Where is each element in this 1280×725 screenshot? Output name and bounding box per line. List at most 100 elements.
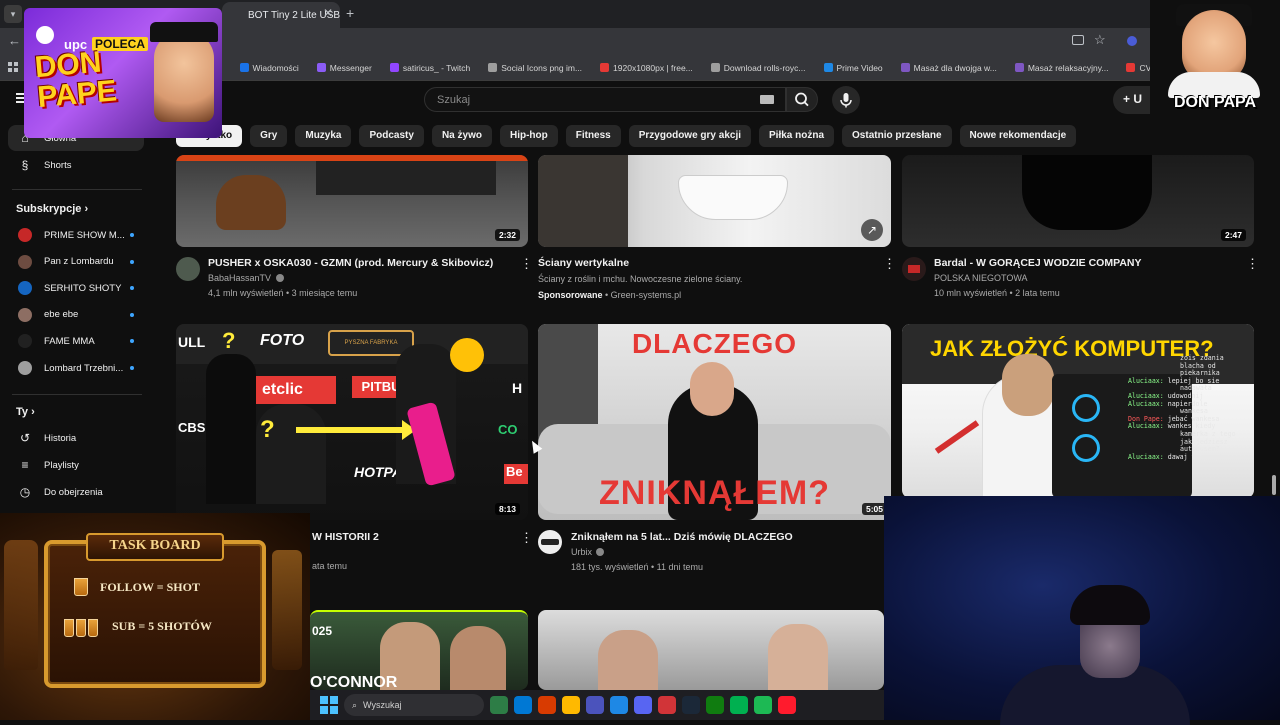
sidebar-item-label: Historia <box>44 432 77 444</box>
sidebar-item-playlists[interactable]: ≡ Playlisty <box>8 452 144 478</box>
channel-name[interactable]: BabaHassanTV <box>208 273 271 283</box>
video-title[interactable]: W HISTORII 2 <box>312 531 379 543</box>
taskbar-app-icon[interactable] <box>778 696 796 714</box>
tab-search-button[interactable]: ▾ <box>4 5 22 23</box>
ad-domain[interactable]: • Green-systems.pl <box>603 290 681 300</box>
more-options-icon[interactable] <box>520 532 523 544</box>
apps-grid-icon[interactable] <box>8 62 18 72</box>
screwdriver-figure <box>934 420 980 454</box>
channel-avatar[interactable] <box>176 257 200 281</box>
taskbar-app-icon[interactable] <box>706 696 724 714</box>
video-meta: 181 tys. wyświetleń • 11 dni temu <box>571 562 704 572</box>
external-link-icon[interactable]: ↗ <box>861 219 883 241</box>
video-thumbnail[interactable]: 2:47 <box>902 155 1254 247</box>
taskbar-app-icon[interactable] <box>514 696 532 714</box>
bookmark-item[interactable]: Messenger <box>316 63 372 73</box>
filter-chip[interactable]: Na żywo <box>431 125 492 147</box>
channel-avatar <box>18 334 32 349</box>
video-thumbnail[interactable]: ↗ <box>538 155 891 247</box>
taskbar-app-icon[interactable] <box>538 696 556 714</box>
new-tab-button[interactable]: + <box>346 5 354 21</box>
sidebar-item-watch-later[interactable]: ◷ Do obejrzenia <box>8 479 144 505</box>
bookmark-item[interactable]: 1920x1080px | free... <box>600 63 693 73</box>
close-tab-icon[interactable]: ✕ <box>323 6 333 20</box>
bookmark-item[interactable]: Masaż relaksacyjny... <box>1014 63 1108 73</box>
taskbar-app-icon[interactable] <box>610 696 628 714</box>
search-icon: ⌕ <box>352 699 358 710</box>
address-bar[interactable] <box>220 31 1120 53</box>
profile-avatar[interactable] <box>1127 36 1137 46</box>
new-content-dot <box>130 366 134 370</box>
filter-chip[interactable]: Podcasty <box>359 125 424 147</box>
scrollbar-thumb[interactable] <box>1272 475 1276 495</box>
taskbar-apps <box>490 696 796 714</box>
windows-start-icon[interactable] <box>320 696 338 714</box>
channel-avatar <box>18 254 32 269</box>
bookmark-label: Download rolls-royc... <box>723 62 806 73</box>
video-title[interactable]: PUSHER x OSKA030 - GZMN (prod. Mercury &… <box>208 257 493 269</box>
sidebar-subscription[interactable]: ebe ebe <box>8 302 144 328</box>
sidebar-subscription[interactable]: Lombard Trzebni... <box>8 355 144 381</box>
video-thumbnail[interactable]: 2:32 <box>176 155 528 247</box>
bookmark-item[interactable]: CV - CV Maker <box>1126 63 1150 73</box>
you-header[interactable]: Ty › <box>16 406 35 418</box>
bookmark-item[interactable]: satiricus_ - Twitch <box>389 63 470 73</box>
bookmark-item[interactable]: Social Icons png im... <box>488 63 582 73</box>
sidebar-subscription[interactable]: SERHITO SHOTY <box>8 275 144 301</box>
subscriptions-header[interactable]: Subskrypcje › <box>16 203 88 215</box>
don-papa-text: DON PAPA <box>1173 94 1257 111</box>
channel-name[interactable]: POLSKA NIEGOTOWA <box>934 273 1028 283</box>
sidebar-subscription[interactable]: Pan z Lombardu <box>8 249 144 275</box>
keyboard-icon[interactable] <box>760 95 774 104</box>
shot-glass-icon <box>76 619 86 637</box>
video-title[interactable]: Bardal - W GORĄCEJ WODZIE COMPANY <box>934 257 1141 269</box>
taskbar-app-icon[interactable] <box>754 696 772 714</box>
video-thumbnail[interactable]: 025 O'CONNOR <box>310 610 528 690</box>
bookmark-item[interactable]: Wiadomości <box>239 63 299 73</box>
search-input[interactable]: Szukaj <box>424 87 786 112</box>
bookmark-item[interactable]: Prime Video <box>823 63 883 73</box>
more-options-icon[interactable] <box>883 258 886 270</box>
more-options-icon[interactable] <box>1246 258 1249 270</box>
filter-chip[interactable]: Ostatnio przesłane <box>842 125 952 147</box>
more-options-icon[interactable] <box>520 258 523 270</box>
taskbar-app-icon[interactable] <box>586 696 604 714</box>
filter-chip[interactable]: Piłka nożna <box>759 125 835 147</box>
bookmark-item[interactable]: Download rolls-royc... <box>710 62 806 73</box>
video-title[interactable]: Zniknąłem na 5 lat... Dziś mówię DLACZEG… <box>571 531 793 543</box>
video-thumbnail[interactable]: DLACZEGO ZNIKNĄŁEM? 5:05 <box>538 324 891 520</box>
back-arrow-icon[interactable]: ← <box>8 33 21 48</box>
filter-chip[interactable]: Gry <box>250 125 288 147</box>
taskbar-app-icon[interactable] <box>490 696 508 714</box>
bookmark-star-icon[interactable]: ☆ <box>1094 32 1106 48</box>
sidebar-subscription[interactable]: PRIME SHOW M... <box>8 222 144 248</box>
duration-badge: 8:13 <box>494 503 520 515</box>
taskbar-app-icon[interactable] <box>658 696 676 714</box>
sidebar-subscription[interactable]: FAME MMA <box>8 328 144 354</box>
taskbar-search[interactable]: ⌕ Wyszukaj <box>344 694 484 716</box>
channel-avatar[interactable] <box>902 257 926 281</box>
bookmark-label: Masaż dla dwojga w... <box>913 62 997 73</box>
video-thumbnail[interactable] <box>538 610 884 690</box>
filter-chip[interactable]: Hip-hop <box>499 125 558 147</box>
channel-avatar[interactable] <box>538 530 562 554</box>
person-figure <box>450 626 506 690</box>
bookmark-item[interactable]: Masaż dla dwojga w... <box>900 62 997 73</box>
filter-chip[interactable]: Fitness <box>565 125 621 147</box>
video-thumbnail[interactable]: ULL FOTO PYSZNA FABRYKA etclic PITBULL C… <box>176 324 528 520</box>
microphone-icon[interactable] <box>832 86 860 114</box>
install-app-icon[interactable] <box>1072 35 1084 45</box>
sidebar-item-shorts[interactable]: § Shorts <box>8 152 144 178</box>
taskbar-app-icon[interactable] <box>634 696 652 714</box>
sidebar-item-history[interactable]: ↺ Historia <box>8 425 144 451</box>
filter-chip[interactable]: Nowe rekomendacje <box>959 125 1077 147</box>
taskbar-app-icon[interactable] <box>682 696 700 714</box>
video-title[interactable]: Ściany wertykalne <box>538 257 629 269</box>
taskbar-app-icon[interactable] <box>730 696 748 714</box>
filter-chip[interactable]: Przygodowe gry akcji <box>628 125 752 147</box>
filter-chip[interactable]: Muzyka <box>295 125 352 147</box>
taskbar-app-icon[interactable] <box>562 696 580 714</box>
search-button[interactable] <box>786 87 818 112</box>
channel-name[interactable]: Urbix <box>571 547 592 557</box>
sidebar-item-label: Pan z Lombardu <box>44 256 114 268</box>
